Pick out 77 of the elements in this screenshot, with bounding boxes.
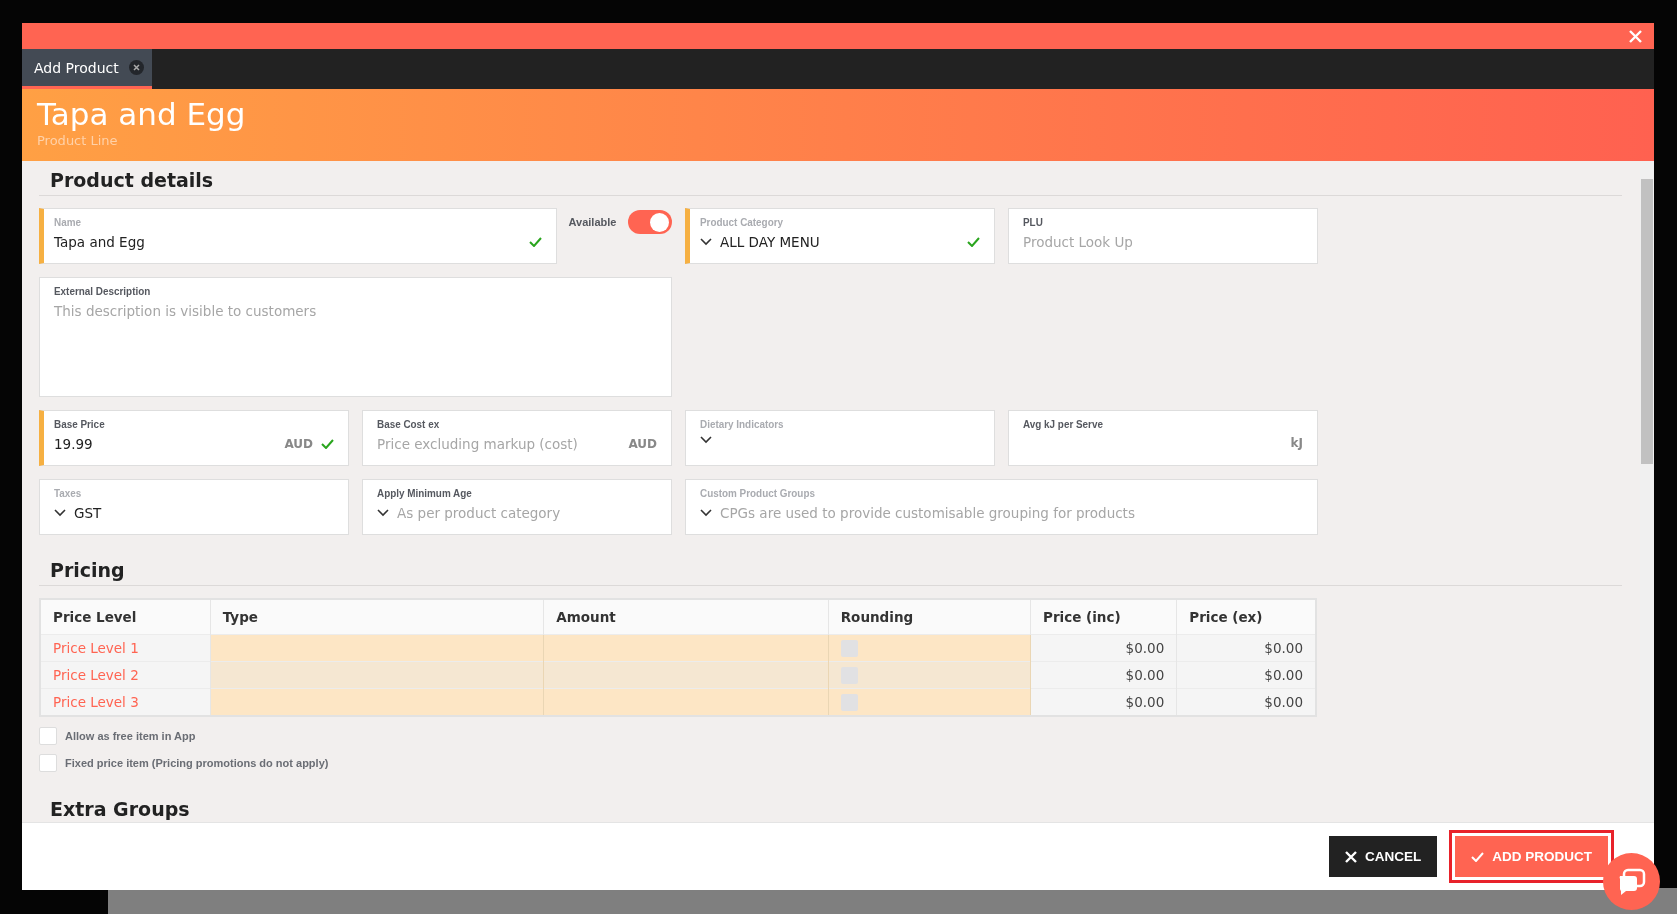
column-header: Price (inc) [1030, 599, 1177, 635]
checkbox-label: Allow as free item in App [65, 730, 196, 742]
field-label: Taxes [54, 487, 83, 499]
check-icon [1471, 851, 1485, 862]
column-header: Rounding [828, 599, 1031, 635]
chevron-down-icon [54, 509, 66, 517]
section-heading: Pricing [39, 551, 1622, 586]
close-icon[interactable] [1629, 29, 1642, 43]
unit-label: AUD [628, 437, 657, 451]
chevron-down-icon [700, 436, 712, 444]
table-cell: $0.00 [1030, 634, 1177, 662]
tab[interactable]: Add Product [22, 49, 152, 89]
column-header: Amount [543, 599, 829, 635]
field-placeholder: As per product category [397, 505, 562, 521]
input-field[interactable]: Name Tapa and Egg [39, 208, 557, 264]
field-label: Avg kJ per Serve [1023, 418, 1104, 430]
amount-cell[interactable] [543, 661, 829, 689]
table-cell: $0.00 [1176, 634, 1316, 662]
field-placeholder: This description is visible to customers [54, 303, 318, 319]
type-cell[interactable] [210, 661, 544, 689]
amount-cell[interactable] [543, 688, 829, 716]
input-field[interactable]: Base Cost ex Price excluding markup (cost) AUD [362, 410, 672, 466]
chevron-down-icon [700, 509, 712, 517]
close-icon[interactable] [128, 60, 144, 75]
column-header: Price Level [40, 599, 211, 635]
checkbox[interactable] [39, 754, 57, 772]
field-label: Name [54, 216, 82, 228]
chevron-down-icon [377, 509, 389, 517]
rounding-checkbox[interactable] [840, 693, 858, 711]
field-value: ALL DAY MENU [720, 234, 821, 250]
select-field[interactable]: Taxes GST [39, 479, 349, 535]
unit-label: AUD [284, 437, 313, 451]
select-field[interactable]: Product Category ALL DAY MENU [685, 208, 995, 264]
field-label: Dietary Indicators [700, 418, 785, 430]
amount-cell[interactable] [543, 634, 829, 662]
field-label: Apply Minimum Age [377, 487, 473, 499]
type-cell[interactable] [210, 688, 544, 716]
check-icon [528, 237, 542, 247]
toggle-label: Available [568, 216, 617, 230]
description-field[interactable]: External Description This description is visible to customers [39, 277, 672, 397]
input-field[interactable]: Base Price 19.99 AUD [39, 410, 349, 466]
checkbox[interactable] [39, 727, 57, 745]
field-value: Tapa and Egg [54, 234, 146, 250]
chevron-down-icon [700, 238, 712, 246]
unit-label: kJ [1290, 436, 1303, 450]
check-icon [321, 439, 334, 449]
input-field[interactable]: Avg kJ per Serve kJ [1008, 410, 1318, 466]
section-heading: Product details [39, 161, 1622, 196]
column-header: Type [210, 599, 544, 635]
check-icon [967, 237, 980, 247]
select-field[interactable]: Apply Minimum Age As per product category [362, 479, 672, 535]
field-placeholder: Price excluding markup (cost) [377, 436, 579, 452]
field-placeholder: CPGs are used to provide customisable grouping for products [720, 505, 1136, 521]
field-label: PLU [1023, 216, 1044, 228]
field-label: Product Category [700, 216, 785, 228]
field-label: Base Cost ex [377, 418, 441, 430]
field-value: 19.99 [54, 436, 94, 452]
field-label: External Description [54, 285, 152, 297]
type-cell[interactable] [210, 634, 544, 662]
input-field[interactable]: PLU Product Look Up [1008, 208, 1318, 264]
toggle-switch[interactable] [628, 210, 672, 234]
product-subtitle: Product Line [37, 133, 119, 148]
table-cell: $0.00 [1030, 661, 1177, 689]
cancel-button[interactable]: CANCEL [1329, 836, 1438, 877]
section-heading: Extra Groups [49, 797, 191, 822]
checkbox-label: Fixed price item (Pricing promotions do not apply) [65, 757, 329, 769]
rounding-checkbox[interactable] [840, 639, 858, 657]
field-label: Base Price [54, 418, 106, 430]
field-value: GST [74, 505, 103, 521]
table-cell: $0.00 [1176, 688, 1316, 716]
product-title: Tapa and Egg [37, 95, 247, 133]
column-header: Price (ex) [1176, 599, 1316, 635]
table-cell: $0.00 [1030, 688, 1177, 716]
table-cell: $0.00 [1176, 661, 1316, 689]
field-label: Custom Product Groups [700, 487, 816, 499]
close-icon [1345, 850, 1357, 863]
field-placeholder: Product Look Up [1023, 234, 1134, 250]
